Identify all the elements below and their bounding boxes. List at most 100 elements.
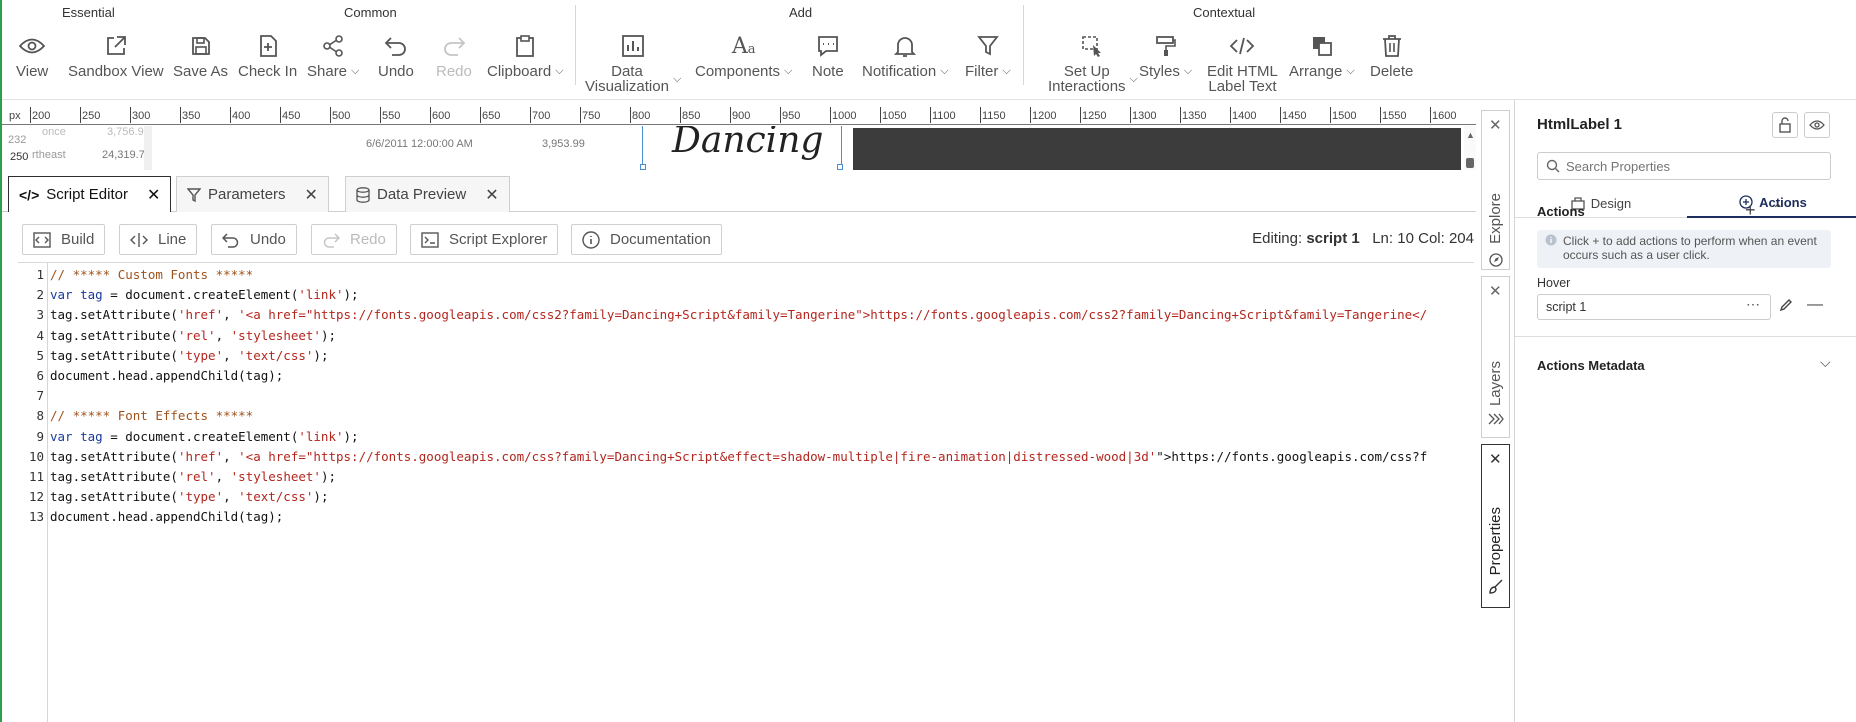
compass-icon (1489, 253, 1503, 267)
code-line[interactable]: tag.setAttribute('rel', 'stylesheet'); (50, 328, 336, 343)
properties-panel: HtmlLabel 1 Design Actions Actions + ⌃ C… (1514, 100, 1856, 722)
ruler-tick-label: 1150 (980, 107, 1006, 123)
save-as-button[interactable]: Save As (173, 30, 228, 79)
code-line[interactable]: tag.setAttribute('type', 'text/css'); (50, 348, 328, 363)
editing-script-name: script 1 (1306, 230, 1360, 247)
code-line[interactable]: // ***** Custom Fonts ***** (50, 267, 253, 282)
ruler-unit: px (9, 110, 21, 122)
dark-component[interactable] (853, 128, 1461, 170)
report-canvas[interactable]: once 3,756.99 232 250 rtheast 24,319.79 … (2, 126, 1476, 170)
undo-label: Undo (250, 231, 286, 248)
close-icon[interactable]: ✕ (1489, 282, 1502, 300)
edit-html-label-text-button[interactable]: Edit HTML Label Text (1207, 30, 1278, 94)
note-icon (817, 30, 839, 62)
code-line[interactable]: document.head.appendChild(tag); (50, 509, 283, 524)
arrange-button[interactable]: Arrange ⌵ (1289, 30, 1355, 79)
data-visualization-button[interactable]: Data Visualization ⌵ (585, 30, 681, 94)
side-tab-explore[interactable]: ✕ Explore (1481, 110, 1510, 270)
chevron-down-icon: ⌵ (1183, 65, 1193, 77)
line-button[interactable]: Line (119, 224, 198, 255)
more-icon[interactable]: ⋯ (1746, 296, 1760, 313)
scroll-up-icon[interactable]: ▲ (1466, 130, 1475, 140)
remove-action-button[interactable]: — (1807, 296, 1823, 314)
table-cell-region: once (42, 126, 66, 138)
tab-parameters[interactable]: Parameters ✕ (176, 176, 329, 212)
side-tab-properties[interactable]: ✕ Properties (1481, 444, 1510, 608)
interactions-icon (1081, 30, 1105, 62)
styles-label: Styles (1139, 63, 1180, 80)
close-icon[interactable]: ✕ (1489, 450, 1502, 468)
check-in-button[interactable]: Check In (238, 30, 297, 79)
note-label: Note (812, 63, 844, 80)
vertical-scrollbar[interactable]: ▲ (1464, 126, 1476, 170)
share-button[interactable]: Share ⌵ (307, 30, 359, 79)
tab-data-preview[interactable]: Data Preview ✕ (345, 176, 510, 212)
ruler-tick-label: 1450 (1279, 107, 1307, 123)
ruler-tick-label: 200 (29, 107, 51, 123)
line-number: 1 (36, 267, 44, 282)
chevron-down-icon[interactable]: ⌵ (1820, 354, 1831, 371)
undo-button[interactable]: Undo (378, 30, 414, 79)
search-properties-field[interactable] (1537, 152, 1831, 180)
clipboard-label: Clipboard (487, 63, 552, 80)
script-undo-button[interactable]: Undo (211, 224, 297, 255)
documentation-button[interactable]: Documentation (571, 224, 722, 255)
panel-title: HtmlLabel 1 (1537, 116, 1623, 133)
clipboard-button[interactable]: Clipboard ⌵ (487, 30, 564, 79)
close-icon[interactable]: ✕ (147, 185, 160, 205)
script-explorer-button[interactable]: Script Explorer (410, 224, 559, 255)
code-line[interactable]: tag.setAttribute('href', '<a href="https… (50, 449, 1427, 464)
styles-button[interactable]: Styles ⌵ (1139, 30, 1192, 79)
build-label: Build (61, 231, 95, 248)
delete-button[interactable]: Delete (1370, 30, 1413, 79)
code-line[interactable]: document.head.appendChild(tag); (50, 368, 283, 383)
side-tab-layers[interactable]: ✕ Layers (1481, 276, 1510, 438)
resize-handle[interactable] (837, 164, 843, 170)
ln-value: 10 (1397, 230, 1414, 247)
code-line[interactable]: tag.setAttribute('href', '<a href="https… (50, 307, 1427, 322)
code-line[interactable]: var tag = document.createElement('link')… (50, 287, 359, 302)
chevron-down-icon: ⌵ (672, 72, 682, 85)
group-label-contextual: Contextual (1193, 5, 1256, 20)
ruler-tick-label: 1200 (1029, 107, 1057, 123)
ruler-tick-label: 300 (129, 107, 151, 123)
hover-action-field[interactable]: script 1 ⋯ (1537, 294, 1771, 320)
view-label: View (16, 63, 49, 80)
resize-handle[interactable] (640, 164, 646, 170)
close-icon[interactable]: ✕ (1489, 116, 1502, 134)
ruler-tick-label: 500 (329, 107, 351, 123)
script-redo-button[interactable]: Redo (311, 224, 397, 255)
close-icon[interactable]: ✕ (485, 185, 498, 205)
code-editor[interactable]: 1 2 3 4 5 6 7 8 9 10 11 12 13 // ***** Custom Fonts … (18, 262, 1474, 722)
scrollbar-thumb[interactable] (1466, 158, 1474, 168)
line-icon (130, 232, 148, 248)
code-line[interactable]: tag.setAttribute('type', 'text/css'); (50, 489, 328, 504)
components-button[interactable]: Aa Components ⌵ (695, 30, 792, 80)
unlock-button[interactable] (1772, 112, 1798, 138)
code-line[interactable]: tag.setAttribute('rel', 'stylesheet'); (50, 469, 336, 484)
view-button[interactable]: View (16, 30, 48, 79)
ruler-tick-label: 850 (679, 107, 701, 123)
code-line[interactable]: // ***** Font Effects ***** (50, 408, 253, 423)
redo-button[interactable]: Redo (436, 30, 472, 79)
line-number-gutter: 1 2 3 4 5 6 7 8 9 10 11 12 13 (18, 263, 48, 722)
sandbox-view-label: Sandbox View (68, 63, 164, 80)
interactions-label-2: Interactions (1048, 78, 1126, 95)
search-input[interactable] (1566, 157, 1816, 175)
set-up-interactions-button[interactable]: Set Up Interactions ⌵ (1048, 30, 1138, 94)
collapse-icon[interactable]: ⌃ (1772, 201, 1784, 218)
tab-script-editor[interactable]: </> Script Editor ✕ (8, 176, 172, 212)
note-button[interactable]: Note (812, 30, 844, 79)
paint-roller-icon (1155, 30, 1177, 62)
edit-icon[interactable] (1779, 298, 1793, 312)
close-icon[interactable]: ✕ (305, 185, 318, 205)
bell-icon (894, 30, 917, 62)
add-action-button[interactable]: + (1745, 200, 1756, 221)
notification-button[interactable]: Notification ⌵ (862, 30, 949, 79)
visibility-button[interactable] (1804, 112, 1830, 138)
code-line[interactable]: var tag = document.createElement('link')… (50, 429, 359, 444)
build-button[interactable]: Build (22, 224, 106, 255)
sandbox-view-button[interactable]: Sandbox View (68, 30, 164, 79)
filter-button[interactable]: Filter ⌵ (965, 30, 1011, 79)
info-icon (582, 230, 600, 249)
